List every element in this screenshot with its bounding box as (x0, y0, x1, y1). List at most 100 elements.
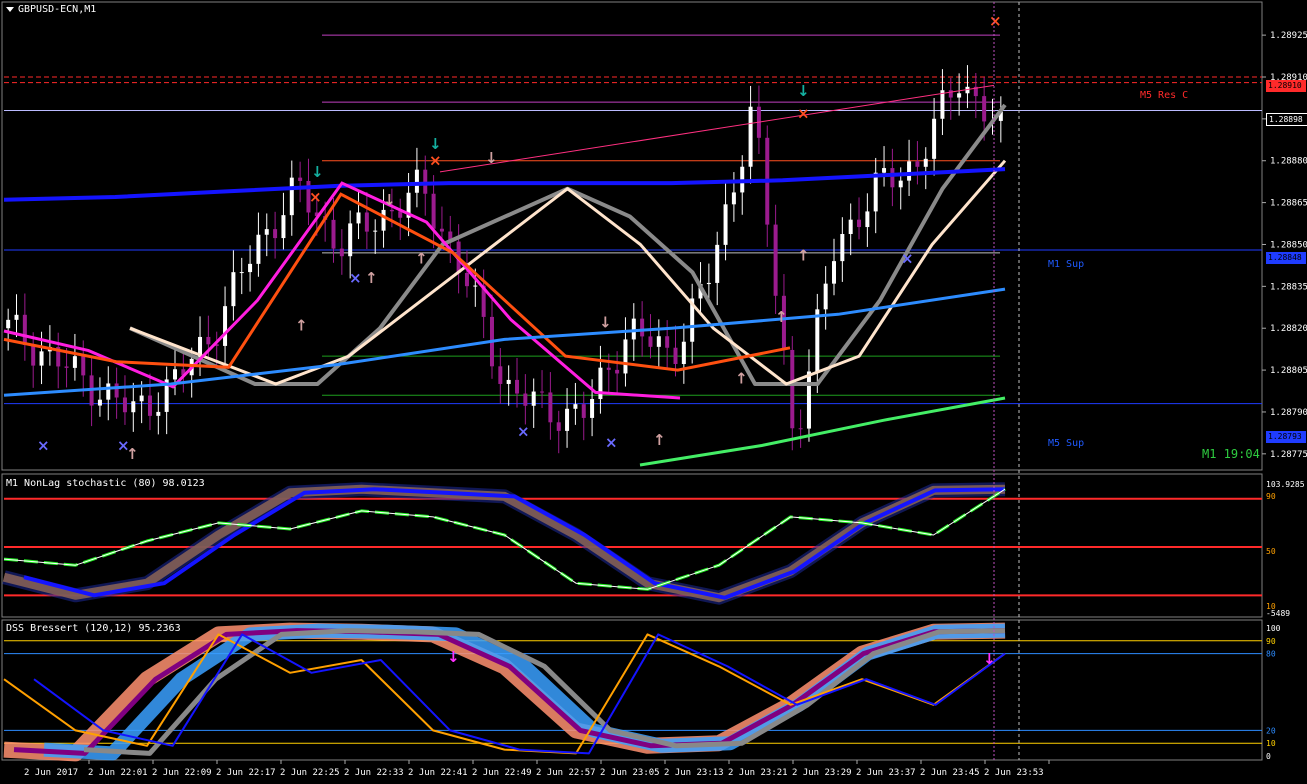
price-tick-label: 1.28925 (1270, 31, 1307, 41)
m5-res-label: M5 Res C (1140, 90, 1189, 101)
time-tick-label: 2 Jun 22:09 (152, 768, 212, 778)
m5-sup-label: M5 Sup (1048, 438, 1085, 449)
price-tick-label: 1.28850 (1270, 240, 1307, 250)
candle-body (364, 212, 369, 232)
m1-sup-price-tag: 1.28848 (1266, 252, 1306, 264)
time-tick-label: 2 Jun 23:29 (792, 768, 852, 778)
time-tick-label: 2 Jun 22:17 (216, 768, 276, 778)
signal-x-icon: × (429, 152, 442, 170)
time-tick-label: 2 Jun 2017 (24, 768, 78, 778)
candle-body (498, 366, 503, 384)
candle-body (389, 209, 394, 212)
candle-body (673, 347, 678, 365)
candle-body (97, 399, 102, 406)
dss-tick-label: 20 (1266, 726, 1276, 735)
price-tick-label: 1.28775 (1270, 450, 1307, 460)
price-tick-label: 1.28805 (1270, 366, 1307, 376)
candle-body (22, 314, 27, 345)
candle-body (923, 158, 928, 167)
menu-triangle-icon[interactable] (6, 6, 14, 12)
candle-body (623, 339, 628, 374)
price-tick-label: 1.28835 (1270, 282, 1307, 292)
up-arrow-icon: ↑ (735, 369, 748, 387)
candle-body (356, 212, 361, 224)
stoch-thick-navy (2, 482, 1006, 605)
candle-body (473, 285, 478, 287)
time-tick-label: 2 Jun 22:41 (408, 768, 468, 778)
candle-body (114, 383, 119, 398)
time-tick-label: 2 Jun 22:01 (88, 768, 148, 778)
down-arrow-icon: ↓ (485, 149, 498, 167)
candle-body (223, 306, 228, 346)
candle-body (381, 209, 386, 231)
time-tick-label: 2 Jun 22:33 (344, 768, 404, 778)
candle-body (14, 314, 19, 320)
candle-body (373, 230, 378, 232)
symbol-title[interactable]: GBPUSD-ECN,M1 (6, 4, 96, 15)
candle-body (414, 169, 419, 193)
candle-body (273, 229, 278, 239)
candle-body (506, 379, 511, 384)
candle-body (915, 161, 920, 167)
ma-magenta-line (3, 181, 681, 400)
candle-body (548, 392, 553, 423)
time-tick-label: 2 Jun 23:53 (984, 768, 1044, 778)
candle-body (940, 90, 945, 119)
stoch-title: M1 NonLag stochastic (80) 98.0123 (6, 478, 205, 489)
candle-body (648, 336, 653, 347)
time-tick-label: 2 Jun 23:05 (600, 768, 660, 778)
time-tick-label: 2 Jun 22:49 (472, 768, 532, 778)
candle-body (948, 90, 953, 98)
candle-body (957, 93, 962, 98)
signal-x-icon: × (309, 188, 322, 206)
candle-body (39, 351, 44, 366)
up-arrow-icon: ↑ (365, 269, 378, 287)
up-arrow-icon: ↑ (295, 316, 308, 334)
sell-arrow-icon: ↓ (311, 163, 324, 181)
stoch-tick-label: 103.9285 (1266, 480, 1305, 489)
time-tick-label: 2 Jun 22:25 (280, 768, 340, 778)
candle-body (631, 318, 636, 340)
dss-title: DSS Bressert (120,12) 95.2363 (6, 623, 181, 634)
dss-tick-label: 90 (1266, 637, 1276, 646)
dss-tick-label: 0 (1266, 752, 1271, 761)
candle-body (590, 399, 595, 418)
candle-body (932, 118, 937, 159)
candle-body (464, 272, 469, 287)
candle-body (565, 408, 570, 431)
dss-tick-label: 10 (1266, 739, 1276, 748)
candle-body (773, 224, 778, 296)
current-price-tag: 1.28898 (1266, 113, 1307, 126)
candle-body (865, 211, 870, 228)
candle-body (840, 234, 845, 262)
candle-body (665, 336, 670, 348)
ma-blue-line (3, 167, 1006, 202)
signal-x-icon: × (37, 436, 50, 454)
candle-body (431, 193, 436, 229)
symbol-title-text: GBPUSD-ECN,M1 (18, 4, 97, 15)
candle-body (748, 106, 753, 167)
candle-body (81, 356, 86, 376)
signal-x-icon: × (797, 104, 810, 122)
candle-body (823, 283, 828, 310)
candle-body (681, 341, 686, 365)
sell-arrow-icon: ↓ (429, 135, 442, 153)
candle-body (281, 215, 286, 239)
candle-body (890, 168, 895, 188)
res-price-tag: 1.28910 (1266, 80, 1306, 92)
ma-gray-line (129, 103, 1007, 386)
candle-body (231, 272, 236, 307)
candle-body (122, 397, 127, 413)
candle-body (798, 428, 803, 430)
candle-body (831, 261, 836, 284)
up-arrow-icon: ↑ (653, 431, 666, 449)
stoch-tick-label: 50 (1266, 547, 1276, 556)
candle-body (339, 248, 344, 257)
candle-body (848, 219, 853, 235)
candle-body (331, 219, 336, 249)
m1-sup-label: M1 Sup (1048, 259, 1085, 270)
candle-body (640, 318, 645, 337)
signal-x-icon: × (517, 423, 530, 441)
up-arrow-icon: ↑ (126, 445, 139, 463)
time-tick-label: 2 Jun 22:57 (536, 768, 596, 778)
